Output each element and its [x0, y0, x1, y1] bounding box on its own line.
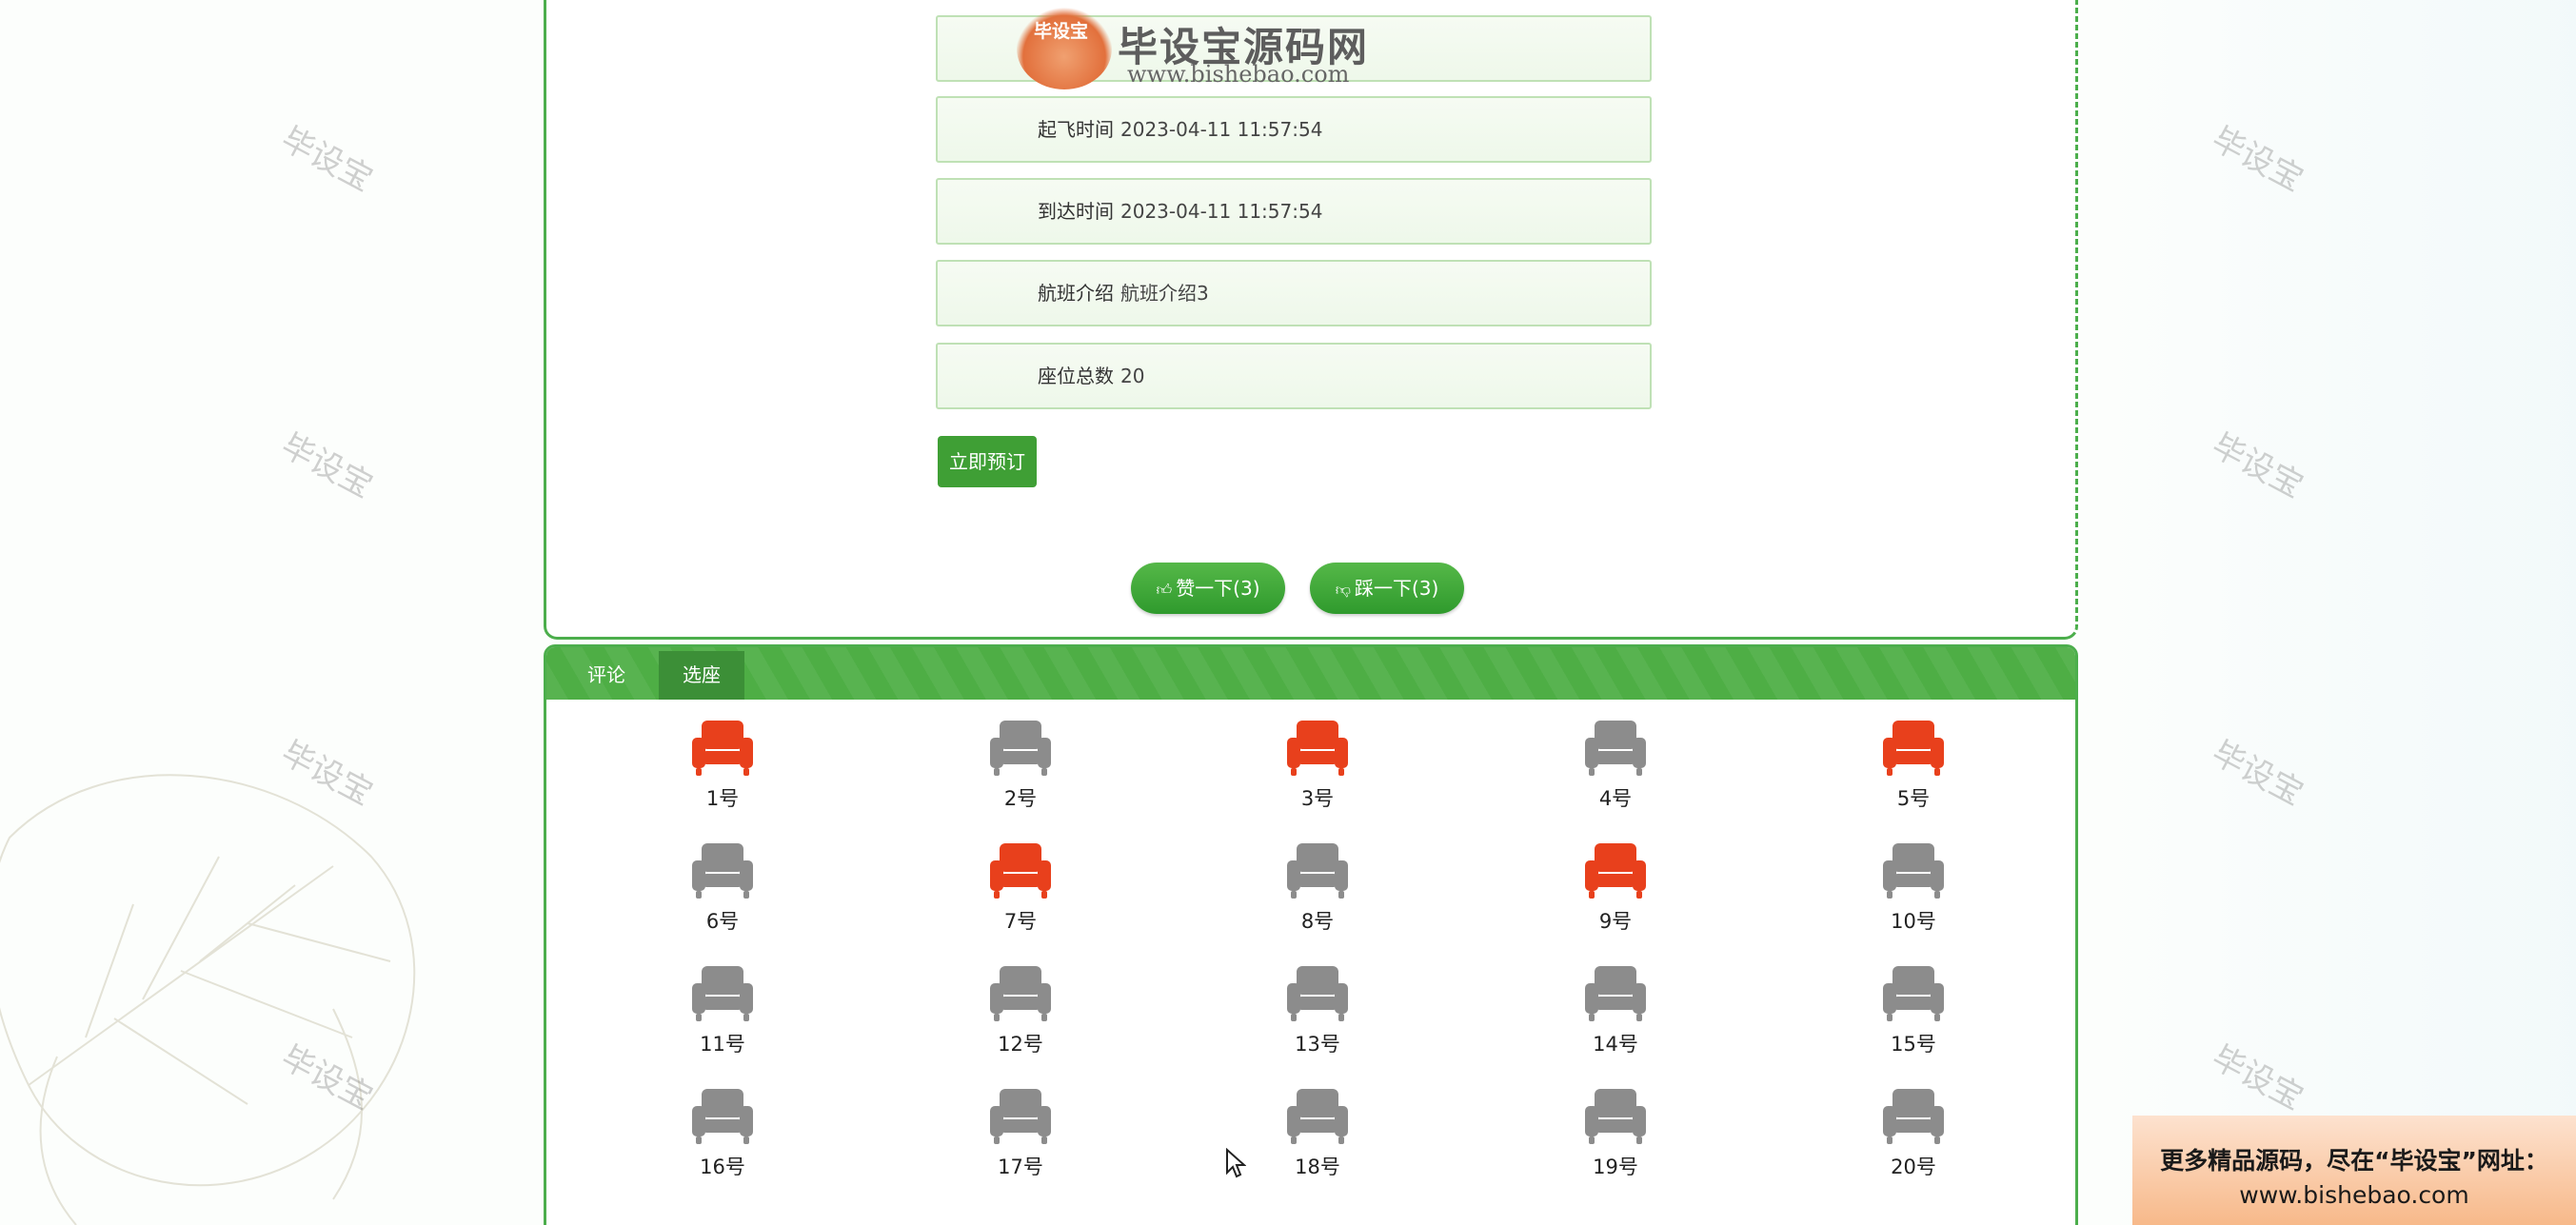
field-row-arrival-time: 到达时间 2023-04-11 11:57:54: [936, 178, 1652, 245]
armchair-icon: [1883, 721, 1944, 776]
armchair-icon: [1585, 843, 1646, 899]
seat-label: 12号: [998, 1033, 1043, 1056]
seat-item[interactable]: 20号: [1856, 1087, 1971, 1192]
seat-item[interactable]: 18号: [1260, 1087, 1375, 1192]
mouse-cursor-icon: [1226, 1148, 1246, 1178]
seat-label: 17号: [998, 1156, 1043, 1178]
dislike-button-label: 踩一下(3): [1354, 577, 1439, 600]
like-button-label: 赞一下(3): [1176, 577, 1260, 600]
book-now-button[interactable]: 立即预订: [938, 436, 1037, 487]
armchair-icon: [1585, 966, 1646, 1021]
field-label: 座位总数: [1038, 365, 1114, 387]
seat-label: 6号: [705, 910, 740, 933]
seat-selection-panel: 评论 选座 1号 2号 3号 4号 5号 6号 7号 8号 9号 10号 11号 12号 13号 14号 1…: [544, 644, 2078, 1225]
field-row-departure-time: 起飞时间 2023-04-11 11:57:54: [936, 96, 1652, 163]
seat-item[interactable]: 16号: [665, 1087, 780, 1192]
field-row-flight-intro: 航班介绍 航班介绍3: [936, 260, 1652, 326]
seat-item[interactable]: 19号: [1558, 1087, 1673, 1192]
seat-label: 20号: [1891, 1156, 1936, 1178]
armchair-icon: [692, 1089, 753, 1144]
tab-bar: 评论 选座: [546, 647, 2075, 700]
seat-label: 7号: [1003, 910, 1038, 933]
field-label: 到达时间: [1038, 200, 1114, 223]
seat-label: 2号: [1003, 787, 1038, 810]
seat-item[interactable]: 11号: [665, 964, 780, 1069]
seat-label: 8号: [1300, 910, 1335, 933]
armchair-icon: [692, 843, 753, 899]
armchair-icon: [692, 966, 753, 1021]
promo-line-2: www.bishebao.com: [2239, 1181, 2469, 1209]
seat-label: 13号: [1295, 1033, 1340, 1056]
logo-badge: 毕设宝: [1017, 8, 1112, 89]
armchair-icon: [1883, 843, 1944, 899]
promo-banner[interactable]: 更多精品源码，尽在“毕设宝”网址： www.bishebao.com: [2132, 1116, 2576, 1225]
seat-item[interactable]: 1号: [665, 719, 780, 823]
armchair-icon: [1287, 721, 1348, 776]
seat-label: 15号: [1891, 1033, 1936, 1056]
seat-label: 14号: [1593, 1033, 1638, 1056]
field-row-seat-total: 座位总数 20: [936, 343, 1652, 409]
seat-item[interactable]: 17号: [963, 1087, 1078, 1192]
seat-label: 10号: [1891, 910, 1936, 933]
seat-item[interactable]: 9号: [1558, 841, 1673, 946]
seat-label: 4号: [1598, 787, 1633, 810]
armchair-icon: [990, 966, 1051, 1021]
field-label: 起飞时间: [1038, 118, 1114, 141]
field-value: 航班介绍3: [1120, 282, 1209, 305]
seat-item[interactable]: 2号: [963, 719, 1078, 823]
armchair-icon: [1585, 721, 1646, 776]
field-value: 2023-04-11 11:57:54: [1120, 118, 1323, 141]
seat-label: 11号: [700, 1033, 745, 1056]
armchair-icon: [1287, 1089, 1348, 1144]
watermark: 毕设宝: [274, 119, 379, 200]
seat-label: 19号: [1593, 1156, 1638, 1178]
seat-label: 16号: [700, 1156, 745, 1178]
seat-label: 1号: [705, 787, 740, 810]
logo-url: www.bishebao.com: [1127, 61, 1350, 88]
armchair-icon: [990, 721, 1051, 776]
seat-item[interactable]: 5号: [1856, 719, 1971, 823]
seat-label: 3号: [1300, 787, 1335, 810]
seat-item[interactable]: 12号: [963, 964, 1078, 1069]
seat-item[interactable]: 14号: [1558, 964, 1673, 1069]
tab-seat-selection[interactable]: 选座: [659, 651, 744, 700]
armchair-icon: [990, 843, 1051, 899]
seat-item[interactable]: 13号: [1260, 964, 1375, 1069]
seat-label: 18号: [1295, 1156, 1340, 1178]
thumbs-down-icon: 👎︎: [1335, 581, 1351, 599]
watermark: 毕设宝: [274, 425, 379, 506]
tab-comments[interactable]: 评论: [573, 651, 640, 700]
dislike-button[interactable]: 👎︎ 踩一下(3): [1310, 563, 1464, 614]
armchair-icon: [990, 1089, 1051, 1144]
seat-item[interactable]: 8号: [1260, 841, 1375, 946]
armchair-icon: [1287, 843, 1348, 899]
logo-badge-text: 毕设宝: [1034, 21, 1089, 42]
armchair-icon: [1287, 966, 1348, 1021]
right-background-shade: [2094, 0, 2576, 1225]
seat-label: 9号: [1598, 910, 1633, 933]
promo-line-1: 更多精品源码，尽在“毕设宝”网址：: [2160, 1147, 2548, 1175]
armchair-icon: [1585, 1089, 1646, 1144]
seat-item[interactable]: 15号: [1856, 964, 1971, 1069]
like-button[interactable]: 👍︎ 赞一下(3): [1131, 563, 1285, 614]
armchair-icon: [1883, 1089, 1944, 1144]
site-logo: 毕设宝 毕设宝源码网 www.bishebao.com: [1017, 8, 1378, 89]
seat-label: 5号: [1896, 787, 1931, 810]
field-label: 航班介绍: [1038, 282, 1114, 305]
seat-item[interactable]: 7号: [963, 841, 1078, 946]
seat-item[interactable]: 3号: [1260, 719, 1375, 823]
armchair-icon: [1883, 966, 1944, 1021]
leaf-decoration: [0, 774, 416, 1225]
seat-item[interactable]: 4号: [1558, 719, 1673, 823]
armchair-icon: [692, 721, 753, 776]
seat-item[interactable]: 6号: [665, 841, 780, 946]
thumbs-up-icon: 👍︎: [1156, 581, 1173, 599]
seat-item[interactable]: 10号: [1856, 841, 1971, 946]
field-value: 20: [1120, 365, 1145, 387]
field-value: 2023-04-11 11:57:54: [1120, 200, 1323, 223]
